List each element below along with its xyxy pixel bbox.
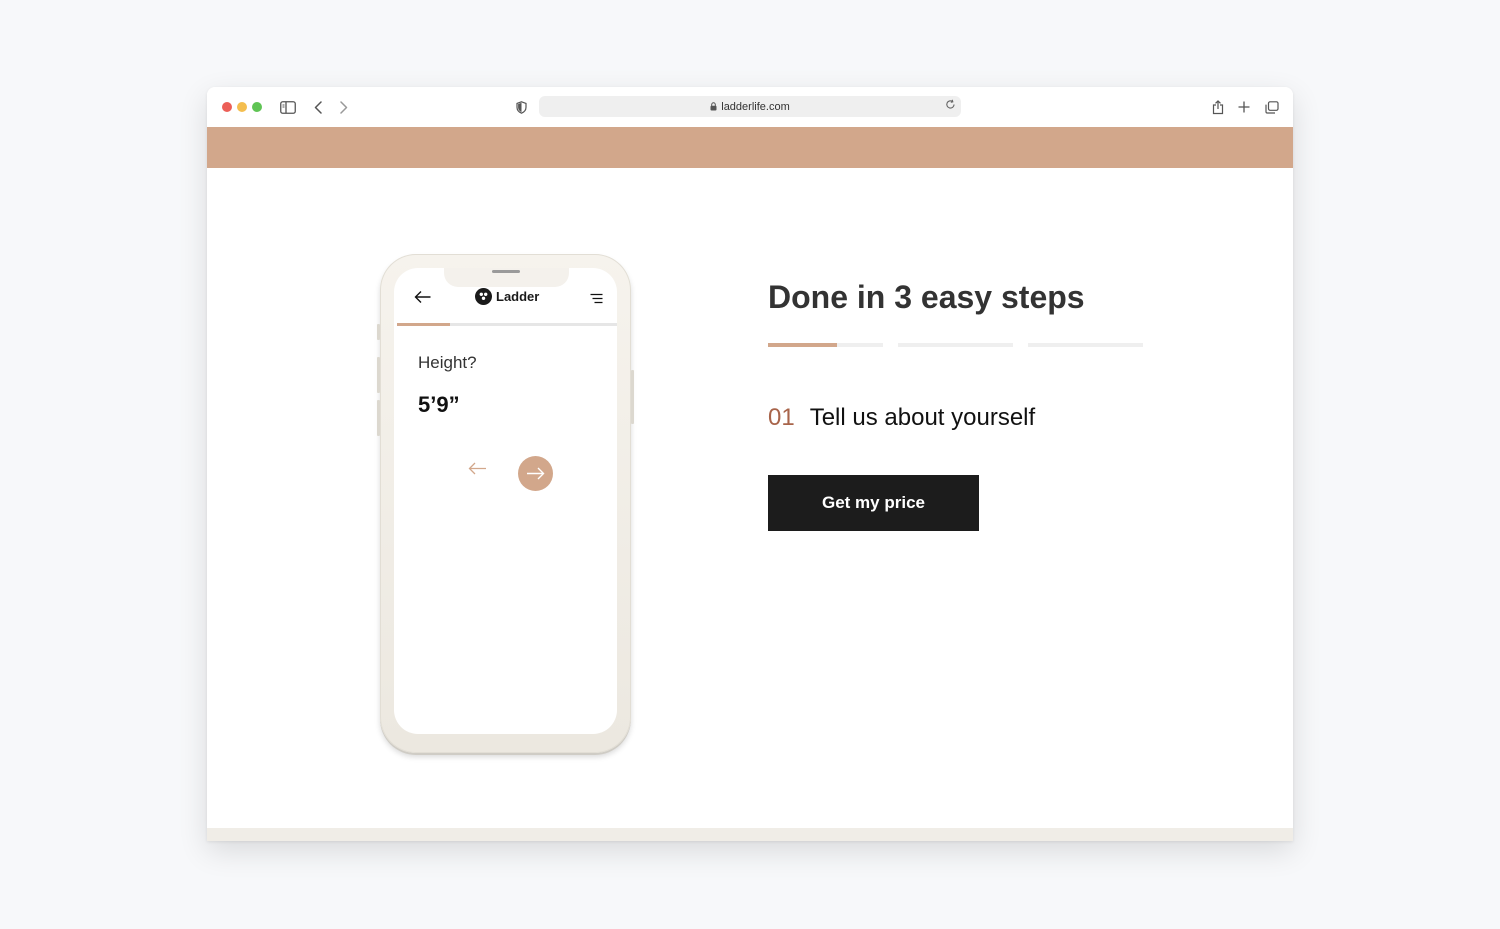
zoom-window-button[interactable] [252, 102, 262, 112]
phone-mockup: Ladder Height? 5’9” [377, 254, 634, 753]
reload-icon[interactable] [945, 99, 956, 110]
close-window-button[interactable] [222, 102, 232, 112]
phone-power-button [631, 370, 634, 424]
app-progress-bar [397, 323, 617, 326]
current-step: 01 Tell us about yourself [768, 404, 1035, 432]
phone-speaker [492, 270, 520, 273]
app-brand-name: Ladder [496, 289, 540, 304]
shield-icon[interactable] [515, 97, 527, 117]
phone-mute-switch [377, 324, 380, 340]
ladder-logo-icon [475, 288, 492, 305]
minimize-window-button[interactable] [237, 102, 247, 112]
phone-screen: Ladder Height? 5’9” [394, 268, 617, 734]
browser-toolbar: ladderlife.com [207, 87, 1293, 127]
app-header: Ladder [394, 286, 617, 316]
app-progress-fill [397, 323, 450, 326]
arrow-left-icon[interactable] [414, 290, 432, 309]
phone-volume-down-button [377, 400, 380, 436]
tabs-overview-icon[interactable] [1265, 97, 1279, 117]
footer-strip [207, 828, 1293, 841]
get-my-price-button[interactable]: Get my price [768, 475, 979, 531]
back-icon[interactable] [313, 97, 323, 117]
arrow-right-icon [527, 467, 545, 480]
next-button[interactable] [518, 456, 553, 491]
browser-window: ladderlife.com Ladder Height? 5’9” Done … [207, 87, 1293, 841]
forward-icon[interactable] [339, 97, 349, 117]
lock-icon [710, 102, 717, 111]
phone-volume-up-button [377, 357, 380, 393]
top-banner [207, 127, 1293, 168]
previous-arrow-icon[interactable] [468, 462, 487, 480]
step-indicator-3 [1028, 343, 1143, 347]
step-indicator-1 [768, 343, 883, 347]
step-number: 01 [768, 404, 795, 431]
address-bar[interactable]: ladderlife.com [539, 96, 961, 117]
phone-notch [444, 268, 569, 287]
step-indicator-1-fill [768, 343, 837, 347]
section-heading: Done in 3 easy steps [768, 279, 1085, 315]
answer-value[interactable]: 5’9” [418, 392, 460, 418]
ladder-logo[interactable]: Ladder [475, 288, 539, 305]
menu-icon[interactable] [590, 291, 603, 309]
step-indicator-2 [898, 343, 1013, 347]
step-title: Tell us about yourself [809, 404, 1036, 431]
url-text: ladderlife.com [721, 100, 790, 113]
share-icon[interactable] [1211, 97, 1225, 117]
question-label: Height? [418, 353, 477, 372]
new-tab-icon[interactable] [1238, 97, 1250, 117]
sidebar-icon[interactable] [280, 97, 296, 117]
